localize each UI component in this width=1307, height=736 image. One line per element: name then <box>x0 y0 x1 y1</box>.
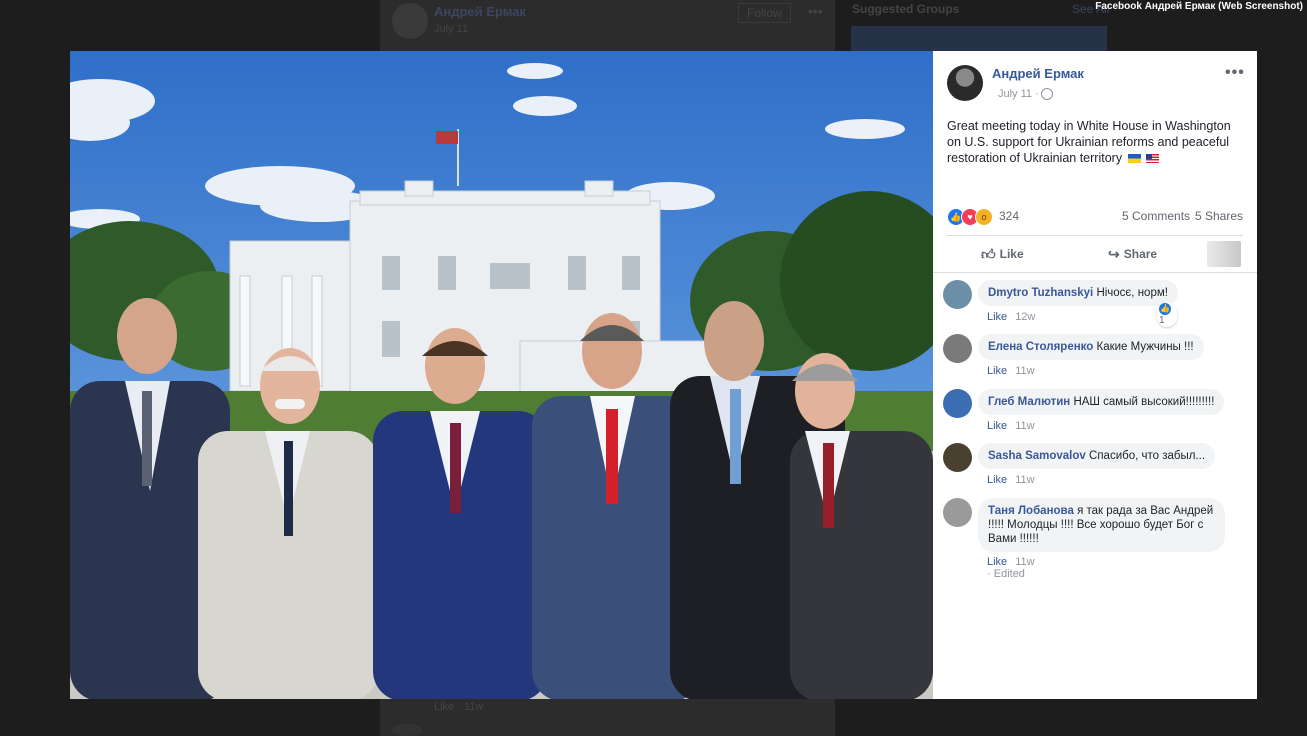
comment-meta: Like 11w <box>987 365 1035 377</box>
commenter-avatar[interactable] <box>943 498 972 527</box>
post-date-link[interactable]: July 11 · <box>998 88 1039 100</box>
comment-like-link[interactable]: Like <box>987 474 1007 486</box>
ukraine-flag-icon <box>1127 154 1141 164</box>
divider <box>933 272 1257 273</box>
like-reaction-icon: 👍 <box>1159 303 1171 315</box>
comment-text: Нічосє, норм! <box>1096 287 1168 299</box>
comment-time[interactable]: 12w <box>1015 311 1035 323</box>
comment-bubble: Таня Лобанова я так рада за Вас Андрей !… <box>978 498 1225 552</box>
comments-count-link[interactable]: 5 Comments <box>1122 209 1190 223</box>
more-options-icon[interactable]: ••• <box>1225 64 1245 82</box>
share-button-label: Share <box>1123 247 1158 261</box>
post-photo[interactable] <box>70 51 933 699</box>
comment-author-link[interactable]: Dmytro Tuzhanskyi <box>988 287 1093 299</box>
commenter-avatar[interactable] <box>943 280 972 309</box>
like-button-label: Like <box>999 247 1024 261</box>
comment-time[interactable]: 11w <box>1015 474 1034 486</box>
author-name-link[interactable]: Андрей Ермак <box>992 66 1084 81</box>
comment-time[interactable]: 11w <box>1015 556 1034 568</box>
comment-time[interactable]: 11w <box>1015 365 1034 377</box>
comment-author-link[interactable]: Sasha Samovalov <box>988 450 1086 462</box>
us-flag-icon <box>1146 154 1160 164</box>
comment-reaction-badge[interactable]: 👍1 <box>1157 302 1177 327</box>
like-button[interactable]: 👍︎ Like <box>981 246 1024 263</box>
comment-time[interactable]: 11w <box>1015 420 1034 432</box>
divider <box>947 235 1243 236</box>
comment-like-link[interactable]: Like <box>987 365 1007 377</box>
background-author-avatar <box>392 3 428 39</box>
background-like-line: Like · 11w <box>434 701 484 713</box>
share-button[interactable]: ↪ Share <box>1108 246 1157 263</box>
comment-meta: Like 11w <box>987 420 1035 432</box>
background-author-name: Андрей Ермак <box>434 4 526 19</box>
background-more-icon: ••• <box>808 3 823 19</box>
shares-count-link[interactable]: 5 Shares <box>1195 209 1243 223</box>
comment-author-link[interactable]: Глеб Малютин <box>988 396 1070 408</box>
post-text: Great meeting today in White House in Wa… <box>947 118 1247 166</box>
comment-bubble: Sasha Samovalov Спасибо, что забыл... <box>978 443 1216 469</box>
comment-text: Спасибо, что забыл... <box>1089 450 1206 462</box>
comment-text: Какие Мужчины !!! <box>1096 341 1194 353</box>
post-text-body: Great meeting today in White House in Wa… <box>947 119 1231 165</box>
watermark-caption: Facebook Андрей Ермак (Web Screenshot) <box>1095 1 1303 12</box>
comment-like-link[interactable]: Like <box>987 420 1007 432</box>
comment-author-link[interactable]: Елена Столяренко <box>988 341 1093 353</box>
comment-meta: Like 11w · Edited <box>987 556 1035 580</box>
comment-meta: Like 11w <box>987 474 1035 486</box>
comment-like-link[interactable]: Like <box>987 311 1007 323</box>
comment-meta: Like 12w <box>987 311 1035 323</box>
comment-author-link[interactable]: Таня Лобанова <box>988 505 1074 517</box>
commenter-avatar[interactable] <box>943 334 972 363</box>
comment-reaction-count: 1 <box>1159 315 1165 326</box>
background-group-image <box>851 26 1107 52</box>
commenter-avatar[interactable] <box>943 443 972 472</box>
reaction-count: 324 <box>999 209 1020 223</box>
post-panel: Андрей Ермак July 11 · ••• Great meeting… <box>933 51 1257 699</box>
share-arrow-icon: ↪ <box>1108 246 1120 262</box>
comment-bubble: Елена Столяренко Какие Мужчины !!! <box>978 334 1204 360</box>
wow-reaction-icon: o <box>975 208 993 226</box>
flag <box>436 131 458 144</box>
globe-icon <box>1041 88 1053 100</box>
comment-bubble: Dmytro Tuzhanskyi Нічосє, норм! <box>978 280 1178 306</box>
commenter-avatar[interactable] <box>943 389 972 418</box>
viewer-avatar[interactable] <box>1207 241 1241 267</box>
background-post-date: July 11 <box>434 23 469 35</box>
author-avatar[interactable] <box>947 65 983 101</box>
comment-like-link[interactable]: Like <box>987 556 1007 568</box>
comment-text: НАШ самый высокий!!!!!!!!! <box>1073 396 1215 408</box>
background-follow-button: Follow <box>738 3 791 23</box>
thumbs-up-icon: 👍︎ <box>981 246 996 262</box>
background-avatar-2 <box>392 724 422 736</box>
comment-bubble: Глеб Малютин НАШ самый высокий!!!!!!!!! <box>978 389 1225 415</box>
photo-scene <box>70 51 933 699</box>
background-suggested-groups-title: Suggested Groups <box>852 2 960 16</box>
comment-edited-label[interactable]: Edited <box>994 568 1025 580</box>
